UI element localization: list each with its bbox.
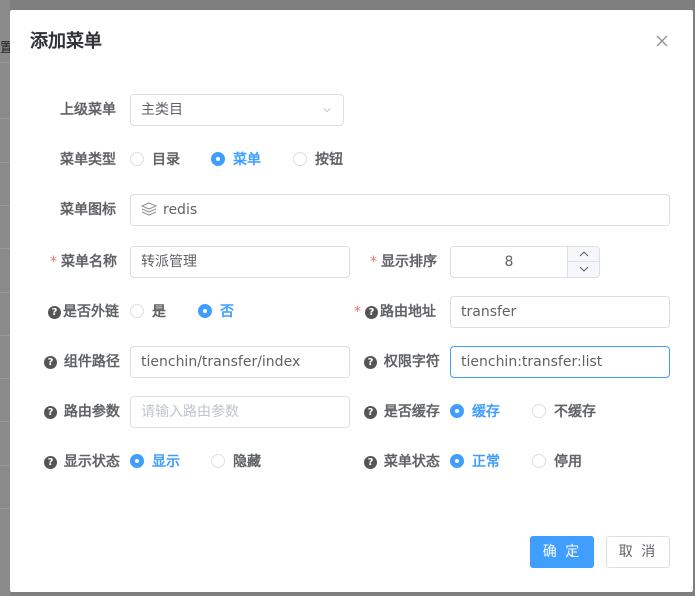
radio-label: 是 [152,304,166,320]
menu-name-input[interactable]: 转派管理 [130,246,350,278]
background-divider [0,508,10,509]
question-circle-icon: ? [364,356,377,369]
menu-name-label: * 菜单名称 [50,254,117,270]
is-external-label: ? 是否外链 [48,296,119,328]
menu-icon-input[interactable]: redis [130,194,670,226]
radio-circle-icon [293,152,307,166]
required-mark: * [370,254,377,270]
is-cache-radio-cache[interactable]: 缓存 [450,396,500,428]
background-divider [0,248,10,249]
display-order-label: * 显示排序 [370,254,437,270]
background-divider [0,205,10,206]
radio-label: 停用 [554,454,582,470]
radio-checked-icon [450,454,464,468]
background-divider [0,378,10,379]
route-params-placeholder: 请输入路由参数 [141,404,239,420]
required-mark: * [50,254,57,270]
parent-menu-label: 上级菜单 [60,102,116,118]
route-path-value: transfer [461,304,517,320]
radio-circle-icon [532,454,546,468]
radio-label: 正常 [472,454,500,470]
menu-icon-value: redis [163,202,198,218]
visible-radio-hide[interactable]: 隐藏 [211,446,261,478]
is-cache-label: ? 是否缓存 [364,396,440,428]
radio-circle-icon [532,404,546,418]
display-order-stepper[interactable]: 8 [450,246,600,278]
menu-status-label: ? 菜单状态 [364,446,440,478]
question-circle-icon: ? [44,456,57,469]
route-params-input[interactable]: 请输入路由参数 [130,396,350,428]
menu-status-radio-normal[interactable]: 正常 [450,446,500,478]
radio-circle-icon [130,304,144,318]
radio-label: 隐藏 [233,454,261,470]
radio-label: 显示 [152,454,180,470]
background-page [0,0,10,596]
permission-input[interactable]: tienchin:transfer:list [450,346,670,378]
background-divider [0,421,10,422]
question-circle-icon: ? [44,406,57,419]
menu-type-radio-menu[interactable]: 菜单 [211,144,261,176]
menu-type-radio-button[interactable]: 按钮 [293,144,343,176]
component-path-input[interactable]: tienchin/transfer/index [130,346,350,378]
permission-label: ? 权限字符 [364,346,440,378]
background-partial-text: 置 [0,41,10,56]
component-path-value: tienchin/transfer/index [141,354,301,370]
menu-name-value: 转派管理 [141,254,197,270]
menu-status-radio-disabled[interactable]: 停用 [532,446,582,478]
radio-label: 目录 [152,152,180,168]
background-divider [0,465,10,466]
question-circle-icon: ? [365,306,378,319]
chevron-down-icon [323,108,331,113]
menu-type-radio-directory[interactable]: 目录 [130,144,180,176]
background-divider [0,62,10,63]
route-params-label: ? 路由参数 [44,396,120,428]
cancel-button[interactable]: 取 消 [606,536,670,568]
visible-label: ? 显示状态 [44,446,120,478]
menu-icon-label: 菜单图标 [60,202,116,218]
radio-checked-icon [211,152,225,166]
decrease-button[interactable] [567,262,599,277]
is-external-radio-yes[interactable]: 是 [130,296,166,328]
dialog-title: 添加菜单 [30,31,102,52]
radio-checked-icon [198,304,212,318]
increase-button[interactable] [567,247,599,262]
route-path-label: *? 路由地址 [354,304,436,320]
stack-icon [140,202,158,216]
background-divider [0,292,10,293]
radio-circle-icon [130,152,144,166]
permission-value: tienchin:transfer:list [461,354,603,370]
add-menu-dialog: 添加菜单 上级菜单 主类目 菜单类型 目录 菜单 按钮 菜单图标 redis *… [10,10,693,592]
radio-label: 缓存 [472,404,500,420]
background-divider [0,335,10,336]
radio-label: 否 [220,304,234,320]
confirm-button[interactable]: 确 定 [530,536,594,568]
close-icon[interactable] [654,33,670,49]
radio-checked-icon [450,404,464,418]
display-order-value: 8 [504,254,514,270]
radio-label: 不缓存 [554,404,596,420]
is-external-radio-no[interactable]: 否 [198,296,234,328]
question-circle-icon: ? [364,406,377,419]
radio-circle-icon [211,454,225,468]
radio-label: 按钮 [315,152,343,168]
radio-label: 菜单 [233,152,261,168]
chevron-up-icon [579,251,589,257]
parent-menu-select[interactable]: 主类目 [130,94,344,126]
menu-type-label: 菜单类型 [60,152,116,168]
question-circle-icon: ? [364,456,377,469]
radio-checked-icon [130,454,144,468]
parent-menu-value: 主类目 [141,102,183,118]
route-path-input[interactable]: transfer [450,296,670,328]
chevron-down-icon [579,266,589,272]
background-divider [0,162,10,163]
question-circle-icon: ? [44,356,57,369]
required-mark: * [354,304,361,320]
is-cache-radio-no-cache[interactable]: 不缓存 [532,396,596,428]
background-divider [0,118,10,119]
question-circle-icon: ? [48,306,61,319]
visible-radio-show[interactable]: 显示 [130,446,180,478]
component-path-label: ? 组件路径 [44,346,120,378]
